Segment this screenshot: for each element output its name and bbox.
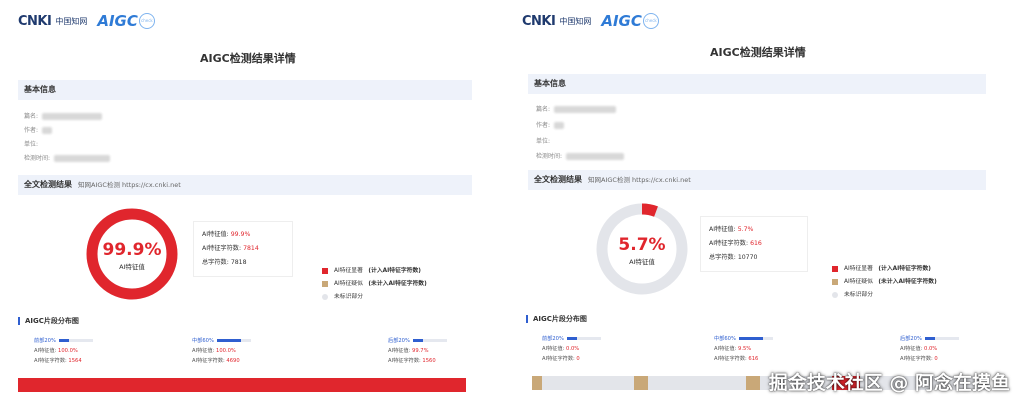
field-author: 作者: <box>536 120 565 129</box>
distribution-header: AIGC片段分布图 <box>526 314 587 324</box>
cnki-logo: CNKI <box>18 13 52 29</box>
aigc-logo: AIGC <box>97 12 138 30</box>
bar-suspect-seg <box>532 376 542 390</box>
redacted-value <box>54 155 111 162</box>
stats-box: AI特征值: 5.7% AI特征字符数: 616 总字符数: 10770 <box>700 216 808 272</box>
legend-swatch <box>832 278 838 285</box>
legend-swatch <box>322 267 328 274</box>
field-time: 检测时间: <box>24 153 111 162</box>
segment-mini-bar <box>216 339 251 342</box>
legend-swatch <box>832 265 838 272</box>
report-panel-left: CNKI 中国知网 AIGC check AIGC检测结果详情 基本信息 篇名:… <box>0 0 490 407</box>
full-result-header: 全文检测结果 知网AIGC检测 https://cx.cnki.net <box>18 175 472 195</box>
field-unit: 单位: <box>536 138 551 145</box>
redacted-value <box>566 153 625 160</box>
segment-mini-bar <box>924 337 959 340</box>
segment-front: 前部20% AI特征值: 100.0% AI特征字符数: 1564 <box>34 336 93 366</box>
legend-none: 未标识部分 <box>322 291 427 304</box>
segment-back: 后部20% AI特征值: 99.7% AI特征字符数: 1560 <box>388 336 447 366</box>
brand-header: CNKI 中国知网 AIGC check <box>18 12 155 30</box>
ai-percent: 99.9% <box>102 240 162 260</box>
field-title: 篇名: <box>24 111 103 120</box>
aigc-check-badge: check <box>642 13 659 29</box>
legend-suspect: AI特征疑似 (未计入AI特征字符数) <box>832 276 937 289</box>
bar-suspect-seg <box>634 376 648 390</box>
legend-swatch <box>832 291 838 298</box>
bar-suspect-seg <box>746 376 760 390</box>
legend: AI特征显著 (计入AI特征字符数) AI特征疑似 (未计入AI特征字符数) 未… <box>322 265 427 304</box>
redacted-value <box>42 127 53 134</box>
redacted-value <box>42 113 103 120</box>
stat-ai-chars: AI特征字符数: 616 <box>709 240 762 247</box>
legend-none: 未标识部分 <box>832 289 937 302</box>
legend-suspect: AI特征疑似 (未计入AI特征字符数) <box>322 278 427 291</box>
accent-bar <box>18 317 20 325</box>
report-panel-right: CNKI 中国知网 AIGC check AIGC检测结果详情 基本信息 篇名:… <box>510 0 1024 407</box>
donut-center-label: 99.9% AI特征值 <box>84 240 180 271</box>
cnki-logo-cn: 中国知网 <box>55 16 88 26</box>
stats-box: AI特征值: 99.9% AI特征字符数: 7814 总字符数: 7818 <box>193 221 293 277</box>
segment-front: 前部20% AI特征值: 0.0% AI特征字符数: 0 <box>542 334 601 364</box>
full-result-header: 全文检测结果 知网AIGC检测 https://cx.cnki.net <box>528 170 986 190</box>
aigc-logo: AIGC <box>601 12 642 30</box>
redacted-value <box>554 122 565 129</box>
legend: AI特征显著 (计入AI特征字符数) AI特征疑似 (未计入AI特征字符数) 未… <box>832 263 937 302</box>
ai-percent-caption: AI特征值 <box>629 258 655 266</box>
brand-header: CNKI 中国知网 AIGC check <box>522 12 659 30</box>
aigc-check-badge: check <box>138 13 155 29</box>
field-author: 作者: <box>24 125 53 134</box>
ai-percent-caption: AI特征值 <box>119 263 145 271</box>
watermark: 掘金技术社区 @ 阿念在摸鱼 <box>768 372 1010 394</box>
basic-info-header: 基本信息 <box>18 80 472 100</box>
donut-center-label: 5.7% AI特征值 <box>594 235 690 266</box>
basic-info-header: 基本信息 <box>528 74 986 94</box>
cnki-logo-cn: 中国知网 <box>559 16 592 26</box>
stat-ai-chars: AI特征字符数: 7814 <box>202 245 259 252</box>
page-title: AIGC检测结果详情 <box>200 52 296 65</box>
page-title: AIGC检测结果详情 <box>710 46 806 59</box>
redacted-value <box>554 106 617 113</box>
segment-mini-bar <box>58 339 93 342</box>
segment-middle: 中部60% AI特征值: 9.5% AI特征字符数: 616 <box>714 334 773 364</box>
cnki-logo: CNKI <box>522 13 556 29</box>
accent-bar <box>526 315 528 323</box>
segment-mini-bar <box>566 337 601 340</box>
segment-back: 后部20% AI特征值: 0.0% AI特征字符数: 0 <box>900 334 959 364</box>
segment-mini-bar <box>412 339 447 342</box>
field-time: 检测时间: <box>536 151 625 160</box>
field-title: 篇名: <box>536 104 617 113</box>
distribution-header: AIGC片段分布图 <box>18 316 79 326</box>
stat-total: 总字符数: 10770 <box>709 254 758 261</box>
segment-mini-bar <box>738 337 773 340</box>
legend-swatch <box>322 280 328 287</box>
distribution-bar <box>18 378 466 392</box>
field-unit: 单位: <box>24 141 39 148</box>
segment-middle: 中部60% AI特征值: 100.0% AI特征字符数: 4690 <box>192 336 251 366</box>
legend-swatch <box>322 293 328 300</box>
stat-ai-value: AI特征值: 5.7% <box>709 226 754 233</box>
stat-total: 总字符数: 7818 <box>202 259 247 266</box>
legend-ai: AI特征显著 (计入AI特征字符数) <box>322 265 427 278</box>
stat-ai-value: AI特征值: 99.9% <box>202 231 251 238</box>
legend-ai: AI特征显著 (计入AI特征字符数) <box>832 263 937 276</box>
ai-percent: 5.7% <box>618 235 666 255</box>
